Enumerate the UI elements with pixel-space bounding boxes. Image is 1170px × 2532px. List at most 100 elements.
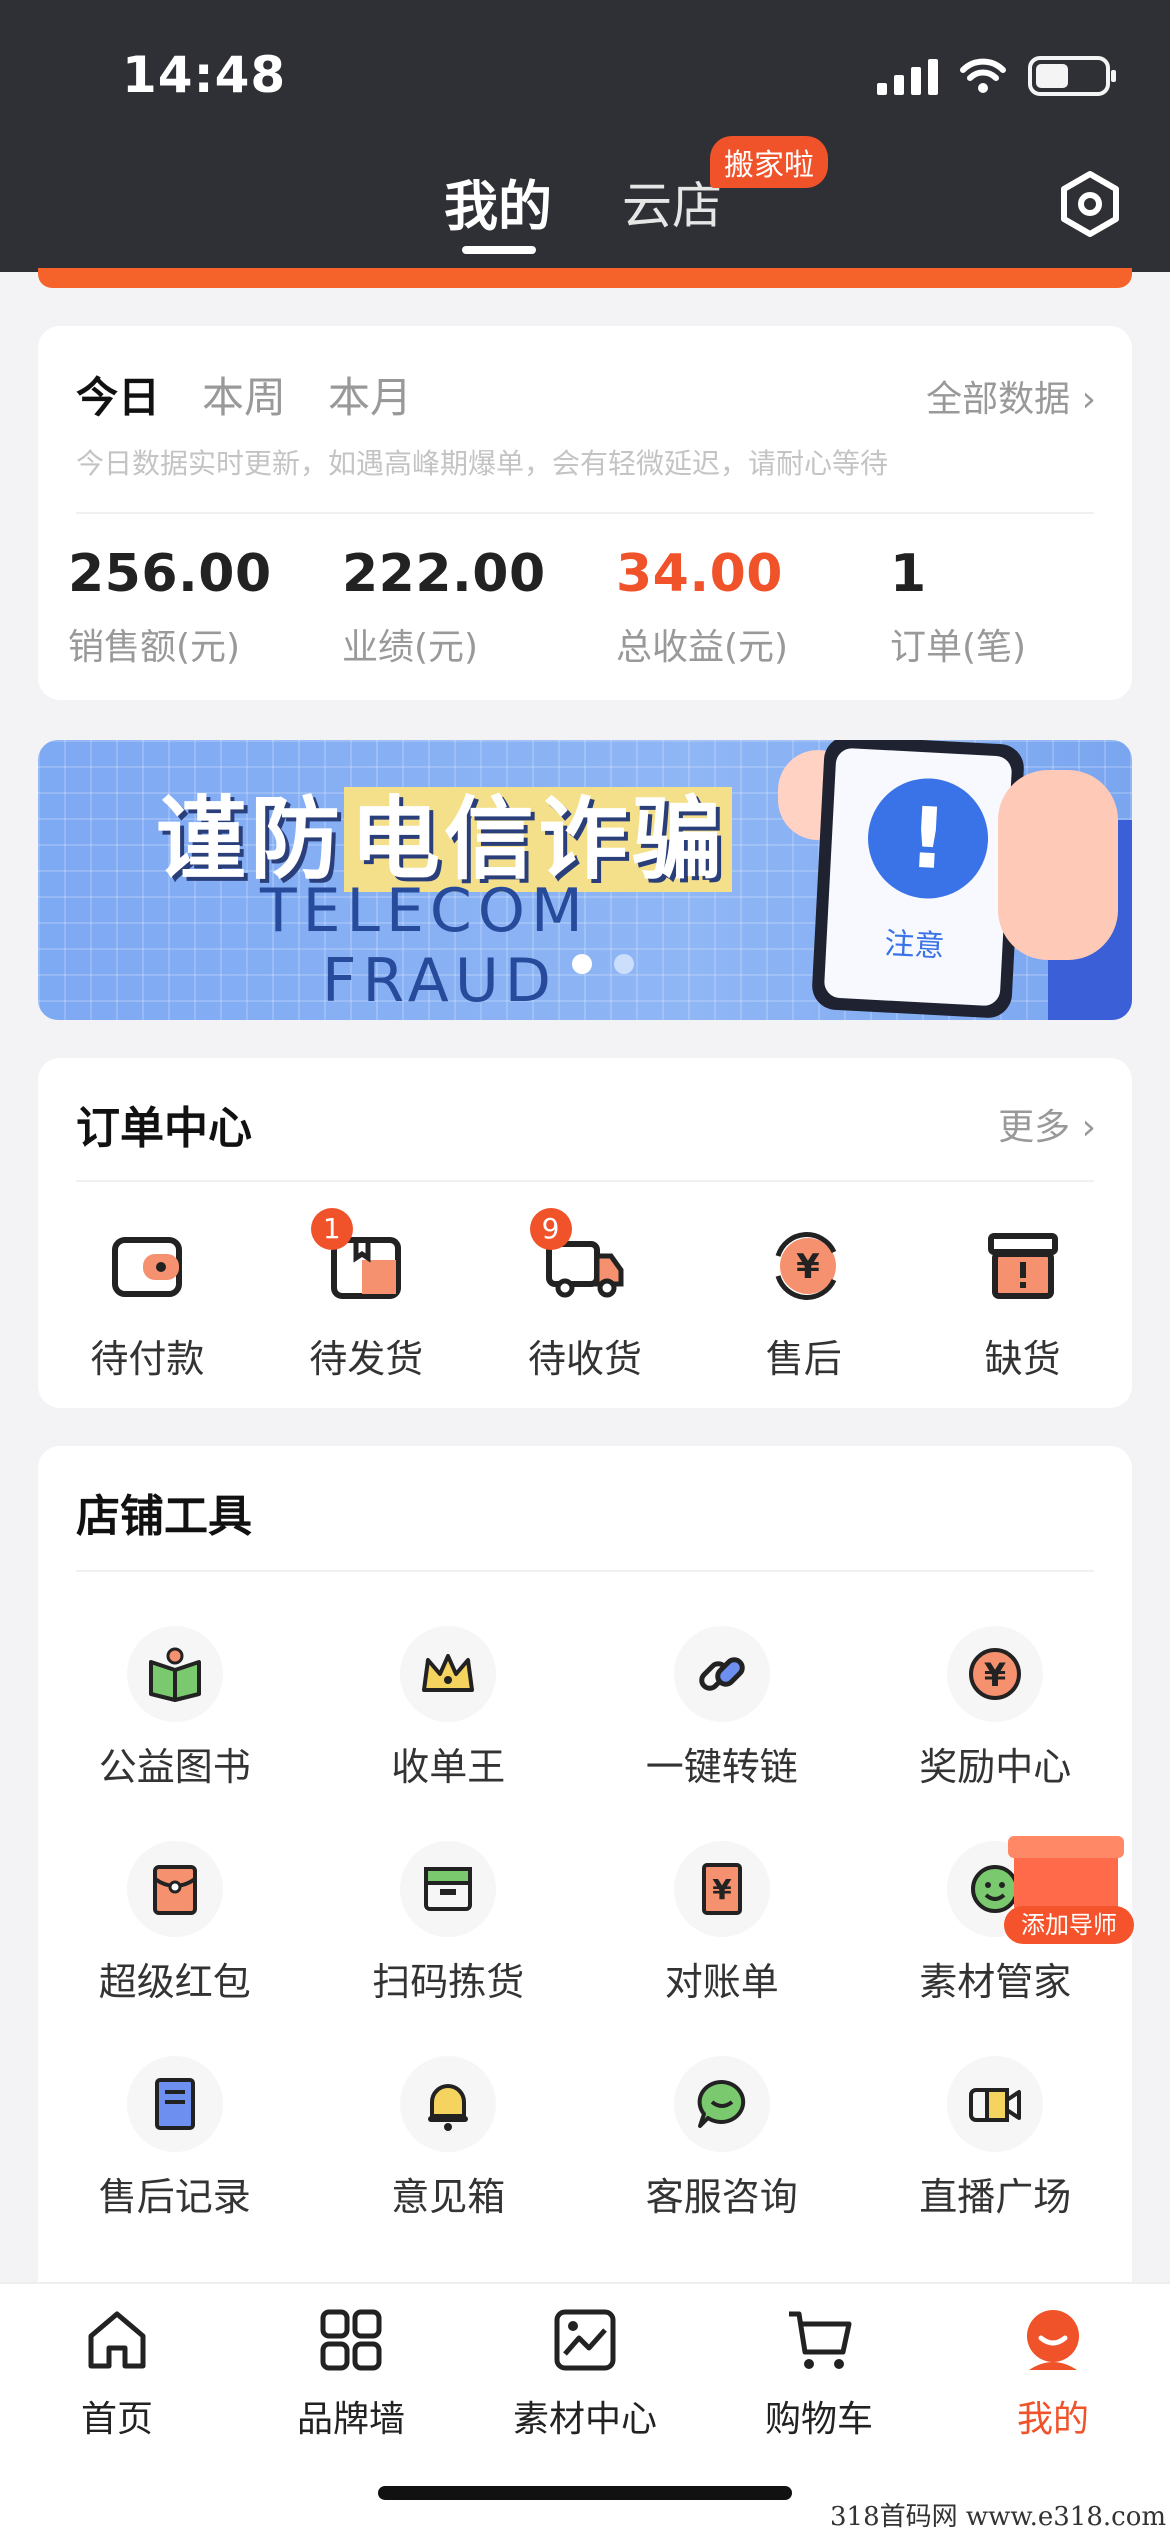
stat-label: 业绩(元): [342, 627, 479, 668]
tab-this-month[interactable]: 本月: [328, 364, 412, 425]
crown-icon: [422, 1654, 475, 1692]
image-icon: [554, 2309, 616, 2371]
tool-suggestion-box[interactable]: 意见箱: [312, 2056, 586, 2221]
stat-orders[interactable]: 1 订单(笔): [890, 544, 1026, 670]
phone-illustration: ! 注意: [810, 740, 1026, 1020]
tool-charity-books[interactable]: 公益图书: [38, 1626, 312, 1791]
orders-more-link[interactable]: 更多 ›: [998, 1098, 1096, 1150]
tool-live-plaza[interactable]: 直播广场: [859, 2056, 1133, 2221]
stat-sales[interactable]: 256.00 销售额(元): [68, 544, 272, 670]
tool-reward-center[interactable]: ¥ 奖励中心: [859, 1626, 1133, 1791]
fraud-warning-banner[interactable]: 谨防电信诈骗 TELECOM FRAUD ! 注意: [38, 740, 1132, 1020]
orange-accent-strip: [38, 268, 1132, 288]
nav-label: 首页: [80, 2399, 153, 2440]
order-after-sales[interactable]: ¥ 售后: [694, 1226, 913, 1383]
tool-label: 超级红包: [98, 1960, 251, 2004]
refund-yuan-icon: ¥: [775, 1232, 837, 1300]
order-pending-receipt[interactable]: 9 待收货: [476, 1208, 695, 1383]
tools-grid: 公益图书 收单王 一键转链 ¥ 奖励中心 超级红包 扫码拣货 ¥ 对账单 素材管: [38, 1626, 1132, 2221]
stat-label: 订单(笔): [890, 627, 1027, 668]
tool-scan-pick[interactable]: 扫码拣货: [312, 1841, 586, 2006]
home-icon: [88, 2311, 146, 2369]
tool-label: 直播广场: [919, 2175, 1072, 2219]
section-title: 店铺工具: [76, 1491, 252, 1542]
grid-icon: [320, 2309, 382, 2371]
status-time: 14:48: [122, 46, 287, 104]
stat-value: 34.00: [616, 544, 783, 604]
tool-one-click-link[interactable]: 一键转链: [585, 1626, 859, 1791]
yuan-coin-icon: ¥: [969, 1648, 1022, 1700]
stat-performance[interactable]: 222.00 业绩(元): [342, 544, 546, 670]
stats-note: 今日数据实时更新，如遇高峰期爆单，会有轻微延迟，请耐心等待: [76, 447, 889, 480]
period-tabs: 今日 本周 本月: [76, 364, 412, 425]
tool-label: 对账单: [664, 1960, 779, 2004]
all-data-link[interactable]: 全部数据 ›: [926, 370, 1096, 422]
record-icon: [154, 2078, 195, 2130]
svg-text:¥: ¥: [796, 1247, 820, 1287]
order-label: 待发货: [309, 1337, 424, 1381]
tool-label: 意见箱: [391, 2175, 506, 2219]
order-out-of-stock[interactable]: 缺货: [913, 1226, 1132, 1383]
carousel-dots[interactable]: [572, 954, 634, 974]
nav-mine[interactable]: 我的: [936, 2304, 1170, 2442]
tool-label: 客服咨询: [645, 2175, 798, 2219]
tool-label: 收单王: [391, 1745, 506, 1789]
tool-statement[interactable]: ¥ 对账单: [585, 1841, 859, 2006]
bell-icon: [428, 2084, 469, 2131]
status-icons: [877, 56, 1116, 96]
order-label: 待付款: [90, 1337, 205, 1381]
home-indicator: [378, 2486, 792, 2500]
banner-subtitle-line2: FRAUD: [322, 946, 557, 1016]
tool-super-red-packet[interactable]: 超级红包: [38, 1841, 312, 2006]
tab-this-week[interactable]: 本周: [202, 364, 286, 425]
nav-cart[interactable]: 购物车: [702, 2304, 936, 2442]
svg-text:¥: ¥: [984, 1656, 1006, 1694]
tab-mine[interactable]: 我的: [444, 162, 552, 241]
scan-box-icon: [424, 1867, 473, 1911]
stat-label: 销售额(元): [68, 627, 241, 668]
add-mentor-label: 添加导师: [1004, 1906, 1134, 1944]
nav-label: 购物车: [764, 2399, 873, 2440]
count-badge: 1: [310, 1208, 353, 1250]
banner-subtitle-line1: TELECOM: [260, 876, 589, 946]
stat-value: 222.00: [342, 544, 546, 604]
bill-icon: ¥: [701, 1863, 742, 1915]
nav-label: 我的: [1016, 2399, 1089, 2440]
stat-value: 256.00: [68, 544, 272, 604]
add-mentor-float-button[interactable]: 添加导师: [1004, 1830, 1134, 1948]
battery-icon: [1028, 56, 1116, 96]
section-title: 订单中心: [76, 1103, 252, 1154]
count-badge: 9: [529, 1208, 572, 1250]
tool-customer-service[interactable]: 客服咨询: [585, 2056, 859, 2221]
settings-icon[interactable]: [1054, 168, 1126, 240]
tool-label: 奖励中心: [919, 1745, 1072, 1789]
stat-value: 1: [890, 544, 927, 604]
order-label: 售后: [765, 1337, 842, 1381]
tool-label: 一键转链: [645, 1745, 798, 1789]
wallet-icon: [112, 1237, 183, 1297]
watermark-text: 318首码网 www.e318.com: [830, 2502, 1166, 2532]
wifi-icon: [960, 58, 1006, 93]
order-pending-payment[interactable]: 待付款: [38, 1226, 257, 1383]
svg-text:¥: ¥: [712, 1873, 732, 1906]
nav-home[interactable]: 首页: [0, 2304, 234, 2442]
tool-after-sales-record[interactable]: 售后记录: [38, 2056, 312, 2221]
tab-cloud-store[interactable]: 云店: [622, 166, 722, 238]
divider: [76, 512, 1094, 514]
tool-order-king[interactable]: 收单王: [312, 1626, 586, 1791]
nav-label: 素材中心: [512, 2399, 657, 2440]
top-header: 14:48 我的 云店 搬家啦: [0, 0, 1170, 272]
tab-today[interactable]: 今日: [76, 364, 160, 425]
video-icon: [969, 2088, 1022, 2122]
link-icon: [699, 1657, 745, 1691]
cloud-store-badge: 搬家啦: [710, 136, 828, 188]
stat-total-income[interactable]: 34.00 总收益(元): [616, 544, 788, 670]
order-center-card: 订单中心 更多 › 待付款 1 待发货 9 待收货 ¥ 售后 缺货: [38, 1058, 1132, 1408]
tool-label: 素材管家: [919, 1960, 1072, 2004]
red-packet-icon: [152, 1865, 197, 1915]
nav-brand-wall[interactable]: 品牌墙: [234, 2304, 468, 2442]
order-pending-shipment[interactable]: 1 待发货: [257, 1208, 476, 1383]
order-label: 缺货: [984, 1337, 1061, 1381]
tool-label: 售后记录: [98, 2175, 251, 2219]
nav-material-center[interactable]: 素材中心: [468, 2304, 702, 2442]
